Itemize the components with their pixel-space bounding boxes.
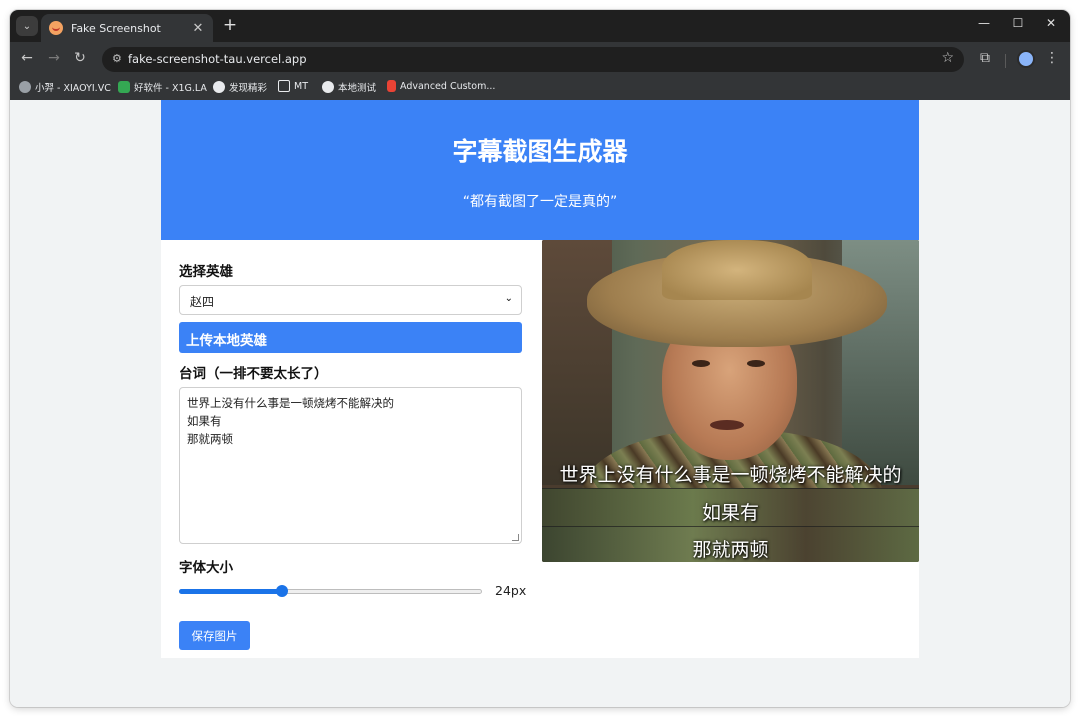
lines-label: 台词（一排不要太长了） <box>179 366 328 382</box>
bookmark-xiaoyi[interactable]: 小羿 - XIAOYI.VC <box>19 80 111 94</box>
font-size-value: 24px <box>495 583 527 598</box>
photo-straw-hat-crown <box>662 240 812 300</box>
bookmark-folder-mt[interactable]: MT <box>278 80 308 92</box>
profile-avatar-icon[interactable] <box>1017 50 1035 68</box>
address-bar[interactable]: ⚙ fake-screenshot-tau.vercel.app ☆ <box>102 47 964 72</box>
minimize-icon[interactable]: — <box>974 16 994 30</box>
caption-divider <box>542 526 919 527</box>
upload-hero-label: 上传本地英雄 <box>186 333 267 349</box>
wordpress-icon <box>213 81 225 93</box>
slider-thumb[interactable] <box>276 585 289 597</box>
extensions-icon[interactable]: ⧉ <box>976 50 994 66</box>
tab-close-icon[interactable]: ✕ <box>191 21 205 36</box>
clown-favicon-icon <box>49 21 63 35</box>
bookmark-label: 好软件 - X1G.LA <box>134 83 207 94</box>
subtitle-preview-image: 世界上没有什么事是一顿烧烤不能解决的 如果有 那就两顿 <box>542 240 919 562</box>
photo-eye-left <box>692 360 710 367</box>
page-header: 字幕截图生成器 “都有截图了一定是真的” <box>161 100 919 240</box>
bookmark-discover[interactable]: 发现精彩 <box>213 80 267 94</box>
browser-window: ⌄ Fake Screenshot ✕ + — ☐ ✕ ← → ↻ ⚙ fake… <box>10 10 1070 707</box>
hero-select[interactable]: 赵四 ⌄ <box>179 285 522 315</box>
photo-mouth <box>710 420 744 430</box>
photo-eye-right <box>747 360 765 367</box>
caption-line-3: 那就两顿 <box>692 539 769 561</box>
app-container: 字幕截图生成器 “都有截图了一定是真的” 选择英雄 赵四 ⌄ 上传本地英雄 台词… <box>161 100 919 658</box>
bookmark-label: 发现精彩 <box>229 83 268 94</box>
font-size-label: 字体大小 <box>179 560 233 576</box>
maximize-icon[interactable]: ☐ <box>1008 16 1028 30</box>
font-size-slider[interactable] <box>179 585 482 597</box>
tab-search-icon[interactable]: ⌄ <box>16 16 38 36</box>
back-icon[interactable]: ← <box>18 50 36 66</box>
tab-strip: ⌄ Fake Screenshot ✕ + — ☐ ✕ <box>10 10 1070 42</box>
menu-kebab-icon[interactable]: ⋮ <box>1043 50 1061 66</box>
avatar-icon <box>19 81 31 93</box>
toolbar-divider <box>1005 54 1006 68</box>
textarea-line: 如果有 <box>187 414 222 428</box>
bookmark-local-test[interactable]: 本地测试 <box>322 80 376 94</box>
globe-icon <box>322 81 334 93</box>
acf-icon <box>387 80 396 92</box>
page-viewport: 字幕截图生成器 “都有截图了一定是真的” 选择英雄 赵四 ⌄ 上传本地英雄 台词… <box>10 100 1070 707</box>
bookmark-label: 本地测试 <box>338 83 377 94</box>
slider-fill <box>179 589 283 594</box>
folder-icon <box>278 80 290 92</box>
reload-icon[interactable]: ↻ <box>71 50 89 66</box>
hero-label: 选择英雄 <box>179 264 233 280</box>
save-image-label: 保存图片 <box>191 629 238 643</box>
tab-title: Fake Screenshot <box>71 21 161 35</box>
app-icon <box>118 81 130 93</box>
save-image-button[interactable]: 保存图片 <box>179 621 250 650</box>
bookmark-label: 小羿 - XIAOYI.VC <box>35 83 111 94</box>
bookmark-acf[interactable]: Advanced Custom... <box>387 80 495 92</box>
bookmark-label: Advanced Custom... <box>400 80 496 92</box>
bookmark-star-icon[interactable]: ☆ <box>941 50 954 66</box>
photo-background-left <box>542 240 612 485</box>
caption-line-2: 如果有 <box>701 502 759 524</box>
bookmark-x1g[interactable]: 好软件 - X1G.LA <box>118 80 207 94</box>
chevron-down-icon: ⌄ <box>504 293 513 304</box>
resize-grip-icon[interactable] <box>512 534 519 541</box>
tab-active[interactable]: Fake Screenshot ✕ <box>41 14 213 42</box>
page-subtitle: “都有截图了一定是真的” <box>462 194 618 210</box>
browser-toolbar: ← → ↻ ⚙ fake-screenshot-tau.vercel.app ☆… <box>10 42 1070 76</box>
textarea-line: 那就两顿 <box>187 432 233 446</box>
forward-icon[interactable]: → <box>45 50 63 66</box>
page-title: 字幕截图生成器 <box>452 137 628 166</box>
lines-textarea[interactable]: 世界上没有什么事是一顿烧烤不能解决的 如果有 那就两顿 <box>179 387 522 544</box>
hero-select-value: 赵四 <box>190 295 215 309</box>
bookmarks-bar: 小羿 - XIAOYI.VC 好软件 - X1G.LA 发现精彩 MT 本地测试… <box>10 76 1070 100</box>
bookmark-label: MT <box>294 80 308 92</box>
url-text: fake-screenshot-tau.vercel.app <box>128 52 307 66</box>
caption-divider <box>542 488 919 489</box>
upload-hero-button[interactable]: 上传本地英雄 <box>179 322 522 353</box>
new-tab-icon[interactable]: + <box>220 15 240 35</box>
site-info-icon[interactable]: ⚙ <box>112 52 122 65</box>
close-window-icon[interactable]: ✕ <box>1041 16 1061 30</box>
textarea-line: 世界上没有什么事是一顿烧烤不能解决的 <box>187 396 394 410</box>
caption-line-1: 世界上没有什么事是一顿烧烤不能解决的 <box>559 464 902 486</box>
